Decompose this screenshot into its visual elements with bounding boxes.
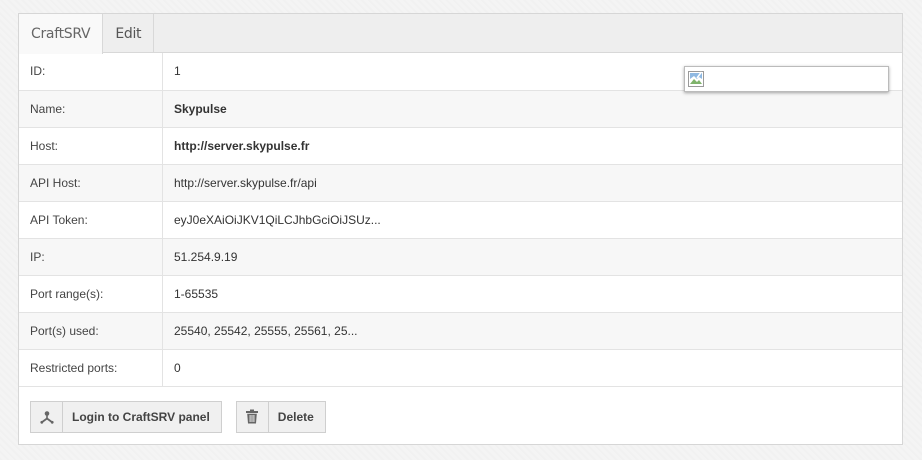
table-row: IP: 51.254.9.19 (19, 238, 902, 275)
port-range-value: 1-65535 (174, 286, 219, 301)
row-label: API Token: (19, 201, 163, 238)
login-panel-label: Login to CraftSRV panel (72, 409, 210, 424)
table-row: API Token: eyJ0eXAiOiJKV1QiLCJhbGciOiJSU… (19, 201, 902, 238)
row-label: Port range(s): (19, 275, 163, 312)
trash-icon (237, 401, 269, 432)
host-value: http://server.skypulse.fr (174, 138, 310, 153)
tab-bar: CraftSRV Edit (19, 14, 902, 54)
row-label: API Host: (19, 164, 163, 201)
login-panel-button[interactable]: Login to CraftSRV panel (30, 400, 222, 433)
ports-used-value: 25540, 25542, 25555, 25561, 25... (174, 323, 358, 338)
table-row: Port(s) used: 25540, 25542, 25555, 25561… (19, 312, 902, 349)
row-label: IP: (19, 238, 163, 275)
row-label: Name: (19, 90, 163, 127)
name-value: Skypulse (174, 101, 227, 116)
fork-icon (31, 401, 63, 432)
table-row: API Host: http://server.skypulse.fr/api (19, 164, 902, 201)
details-table: ID: 1 Name: Skypulse Host: http://server… (19, 53, 902, 387)
api-host-link[interactable]: http://server.skypulse.fr/api (163, 164, 903, 201)
broken-image (684, 66, 889, 92)
delete-button[interactable]: Delete (235, 400, 326, 433)
row-label: ID: (19, 53, 163, 90)
table-row: Name: Skypulse (19, 90, 902, 127)
table-row: Restricted ports: 0 (19, 349, 902, 386)
action-bar: Login to CraftSRV panel Delete (19, 387, 902, 433)
row-label: Host: (19, 127, 163, 164)
server-details-panel: CraftSRV Edit ID: 1 Name: Skypulse Host:… (18, 13, 903, 445)
tab-edit[interactable]: Edit (103, 14, 155, 53)
table-row: Port range(s): 1-65535 (19, 275, 902, 312)
restricted-ports-value: 0 (174, 360, 181, 375)
api-token-value[interactable]: eyJ0eXAiOiJKV1QiLCJhbGciOiJSUz... (163, 201, 903, 238)
delete-label: Delete (277, 409, 314, 424)
row-label: Port(s) used: (19, 312, 163, 349)
row-label: Restricted ports: (19, 349, 163, 386)
table-row: Host: http://server.skypulse.fr (19, 127, 902, 164)
ip-value: 51.254.9.19 (174, 249, 238, 264)
broken-image-icon (688, 71, 704, 87)
tab-craftsrv[interactable]: CraftSRV (19, 14, 104, 54)
